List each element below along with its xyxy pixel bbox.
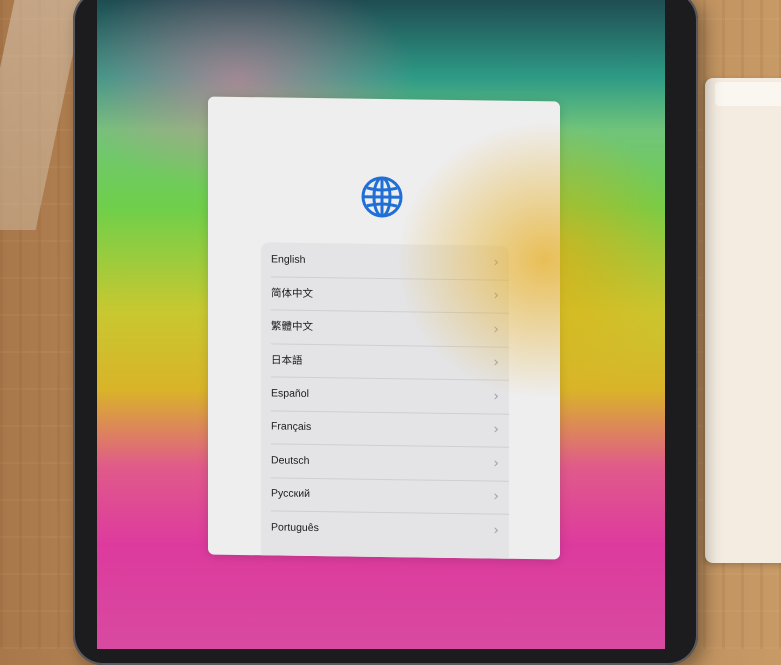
language-label: Português — [271, 521, 319, 534]
language-label: Русский — [271, 487, 310, 501]
language-setup-sheet: English › 简体中文 › 繁體中文 › 日本語 › Español › … — [208, 96, 560, 560]
chevron-right-icon: › — [493, 522, 499, 539]
chevron-right-icon: › — [493, 254, 499, 271]
chevron-right-icon: › — [493, 421, 499, 438]
chevron-right-icon: › — [493, 388, 499, 405]
language-row-traditional-chinese[interactable]: 繁體中文 › — [261, 309, 509, 346]
language-row-spanish[interactable]: Español › — [261, 376, 509, 413]
language-row-portuguese[interactable]: Português › — [261, 510, 509, 547]
language-label: 日本語 — [271, 354, 303, 367]
language-list: English › 简体中文 › 繁體中文 › 日本語 › Español › … — [261, 242, 509, 559]
language-row-japanese[interactable]: 日本語 › — [261, 343, 509, 380]
language-label: 简体中文 — [271, 287, 313, 300]
background-box — [705, 78, 781, 563]
language-row-russian[interactable]: Русский › — [261, 477, 509, 514]
language-row-german[interactable]: Deutsch › — [261, 443, 509, 480]
language-label: Français — [271, 420, 312, 434]
chevron-right-icon: › — [493, 488, 499, 505]
tablet-screen: English › 简体中文 › 繁體中文 › 日本語 › Español › … — [97, 0, 665, 649]
language-label: English — [271, 253, 306, 266]
chevron-right-icon: › — [493, 455, 499, 472]
chevron-right-icon: › — [493, 354, 499, 371]
language-row-english[interactable]: English › — [261, 242, 509, 279]
globe-icon — [361, 176, 403, 218]
chevron-right-icon: › — [493, 321, 499, 338]
chevron-right-icon: › — [493, 287, 499, 304]
language-label: 繁體中文 — [271, 320, 313, 334]
language-label: Deutsch — [271, 454, 310, 467]
language-label: Español — [271, 387, 309, 400]
language-row-french[interactable]: Français › — [261, 410, 509, 447]
language-row-simplified-chinese[interactable]: 简体中文 › — [261, 276, 509, 313]
